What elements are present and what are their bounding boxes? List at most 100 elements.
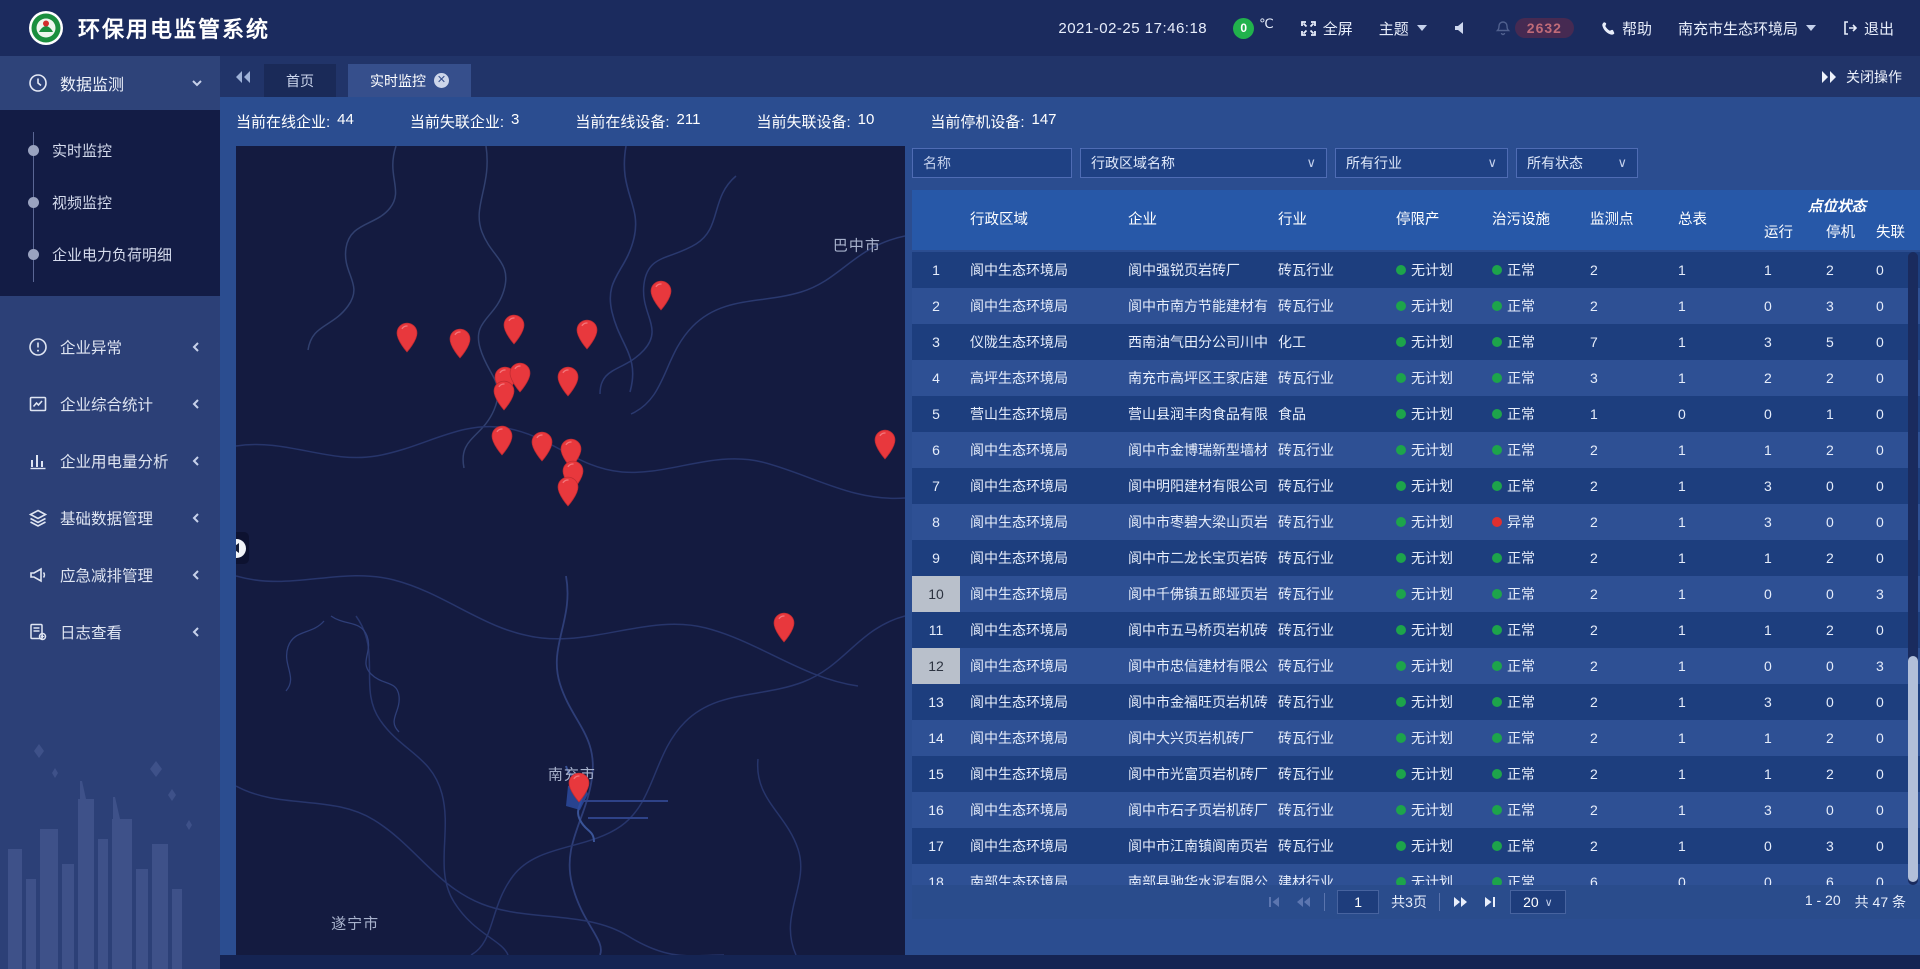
cell-industry: 砖瓦行业 [1268, 648, 1386, 684]
table-row[interactable]: 10 阆中生态环境局 阆中千佛镇五郎垭页岩 砖瓦行业 无计划 正常 2 1 0 … [912, 576, 1920, 612]
scrollbar-thumb[interactable] [1908, 656, 1918, 882]
notification-area[interactable]: 2632 [1495, 18, 1574, 38]
cell-facility: 正常 [1482, 612, 1580, 648]
sidebar-subitem[interactable]: 企业电力负荷明细 [0, 228, 220, 280]
table-row[interactable]: 6 阆中生态环境局 阆中市金博瑞新型墙材 砖瓦行业 无计划 正常 2 1 1 2… [912, 432, 1920, 468]
cell-industry: 砖瓦行业 [1268, 468, 1386, 504]
map-pin[interactable] [449, 328, 472, 364]
page-size-select[interactable]: 20 ∨ [1510, 890, 1566, 914]
cell-meters: 1 [1668, 252, 1754, 288]
sidebar-subitem[interactable]: 视频监控 [0, 176, 220, 228]
table-row[interactable]: 3 仪陇生态环境局 西南油气田分公司川中 化工 无计划 正常 7 1 3 5 0 [912, 324, 1920, 360]
fullscreen-button[interactable]: 全屏 [1300, 18, 1353, 39]
fullscreen-icon [1300, 20, 1317, 37]
alert-circle-icon [28, 337, 48, 357]
status-dot [1396, 481, 1406, 491]
map-pin[interactable] [530, 431, 553, 467]
industry-select[interactable]: 所有行业 ∨ [1335, 148, 1508, 178]
table-row[interactable]: 15 阆中生态环境局 阆中市光富页岩机砖厂 砖瓦行业 无计划 正常 2 1 1 … [912, 756, 1920, 792]
cell-company: 阆中千佛镇五郎垭页岩 [1118, 576, 1268, 612]
close-icon[interactable]: ✕ [434, 73, 449, 88]
table-row[interactable]: 2 阆中生态环境局 阆中市南方节能建材有 砖瓦行业 无计划 正常 2 1 0 3… [912, 288, 1920, 324]
bullet-icon [28, 249, 39, 260]
map-pin[interactable] [649, 280, 672, 316]
status-dot [1396, 841, 1406, 851]
cell-limit: 无计划 [1386, 504, 1482, 540]
table-row[interactable]: 12 阆中生态环境局 阆中市忠信建材有限公 砖瓦行业 无计划 正常 2 1 0 … [912, 648, 1920, 684]
cell-meters: 1 [1668, 360, 1754, 396]
cell-run: 3 [1754, 792, 1816, 828]
facility-label: 正常 [1507, 766, 1535, 782]
map-pin[interactable] [396, 322, 419, 358]
tabs-scroll-left-icon[interactable] [234, 69, 252, 85]
cell-limit: 无计划 [1386, 828, 1482, 864]
close-operations-button[interactable]: 关闭操作 [1820, 67, 1902, 87]
sidebar-item-emergency-reduction[interactable]: 应急减排管理 [0, 546, 220, 603]
logout-label: 退出 [1864, 18, 1894, 39]
next-page-button[interactable] [1452, 894, 1470, 910]
table-row[interactable]: 5 营山生态环境局 营山县润丰肉食品有限 食品 无计划 正常 1 0 0 1 0 [912, 396, 1920, 432]
region-select[interactable]: 行政区域名称 ∨ [1080, 148, 1327, 178]
mute-button[interactable] [1453, 20, 1469, 36]
table-row[interactable]: 1 阆中生态环境局 阆中强锐页岩砖厂 砖瓦行业 无计划 正常 2 1 1 2 0 [912, 252, 1920, 288]
sidebar-subitem-label: 视频监控 [52, 192, 112, 213]
name-search-input[interactable] [912, 148, 1072, 178]
cell-facility: 正常 [1482, 288, 1580, 324]
table-row[interactable]: 16 阆中生态环境局 阆中市石子页岩机砖厂 砖瓦行业 无计划 正常 2 1 3 … [912, 792, 1920, 828]
map-pin[interactable] [503, 314, 526, 350]
map-pin[interactable] [557, 366, 580, 402]
status-dot [1492, 301, 1502, 311]
table-row[interactable]: 17 阆中生态环境局 阆中市江南镇阆南页岩 砖瓦行业 无计划 正常 2 1 0 … [912, 828, 1920, 864]
sidebar-subitem-label: 实时监控 [52, 140, 112, 161]
tab-home[interactable]: 首页 [264, 64, 336, 97]
table-row[interactable]: 11 阆中生态环境局 阆中市五马桥页岩机砖 砖瓦行业 无计划 正常 2 1 1 … [912, 612, 1920, 648]
sidebar-subitem[interactable]: 实时监控 [0, 124, 220, 176]
filter-bar: 行政区域名称 ∨ 所有行业 ∨ 所有状态 ∨ [912, 148, 1638, 178]
map-pin[interactable] [491, 425, 514, 461]
sidebar-item-enterprise-abnormal[interactable]: 企业异常 [0, 318, 220, 375]
notification-count-badge: 2632 [1515, 18, 1574, 38]
cell-industry: 砖瓦行业 [1268, 504, 1386, 540]
cell-region: 阆中生态环境局 [960, 540, 1118, 576]
logout-button[interactable]: 退出 [1842, 18, 1894, 39]
map-pin[interactable] [772, 612, 795, 648]
help-button[interactable]: 帮助 [1600, 18, 1652, 39]
tab-realtime-monitor[interactable]: 实时监控 ✕ [348, 64, 471, 97]
first-page-button[interactable] [1266, 894, 1282, 910]
table-row[interactable]: 14 阆中生态环境局 阆中大兴页岩机砖厂 砖瓦行业 无计划 正常 2 1 1 2… [912, 720, 1920, 756]
sidebar-item-base-data[interactable]: 基础数据管理 [0, 489, 220, 546]
col-run: 运行 [1754, 220, 1816, 246]
status-select[interactable]: 所有状态 ∨ [1516, 148, 1638, 178]
cell-company: 阆中市枣碧大梁山页岩 [1118, 504, 1268, 540]
sidebar-item-data-monitor[interactable]: 数据监测 [0, 56, 220, 110]
map-pin[interactable] [568, 772, 591, 808]
prev-page-button[interactable] [1294, 894, 1312, 910]
sidebar-item-power-analysis[interactable]: 企业用电量分析 [0, 432, 220, 489]
facility-label: 正常 [1507, 298, 1535, 314]
pagination-summary: 1 - 20 共 47 条 [1805, 892, 1906, 912]
map-collapse-handle[interactable] [236, 532, 249, 564]
map-panel[interactable]: 巴中市 南充市 遂宁市 [236, 146, 905, 955]
table-row[interactable]: 4 高坪生态环境局 南充市高坪区王家店建 砖瓦行业 无计划 正常 3 1 2 2… [912, 360, 1920, 396]
table-row[interactable]: 18 南部生态环境局 南部县驰华水泥有限公 建材行业 无计划 正常 6 0 0 … [912, 864, 1920, 885]
fullscreen-label: 全屏 [1323, 18, 1353, 39]
table-row[interactable]: 8 阆中生态环境局 阆中市枣碧大梁山页岩 砖瓦行业 无计划 异常 2 1 3 0… [912, 504, 1920, 540]
stat-item: 当前失联设备: 10 [756, 111, 874, 132]
organization-dropdown[interactable]: 南充市生态环境局 [1678, 18, 1816, 39]
cell-stop: 2 [1816, 612, 1866, 648]
table-row[interactable]: 7 阆中生态环境局 阆中明阳建材有限公司 砖瓦行业 无计划 正常 2 1 3 0… [912, 468, 1920, 504]
table-row[interactable]: 9 阆中生态环境局 阆中市二龙长宝页岩砖 砖瓦行业 无计划 正常 2 1 1 2… [912, 540, 1920, 576]
facility-label: 正常 [1507, 730, 1535, 746]
sidebar-item-logs[interactable]: 日志查看 [0, 603, 220, 660]
map-pin[interactable] [576, 319, 599, 355]
map-pin[interactable] [557, 476, 580, 512]
sidebar-item-enterprise-stats[interactable]: 企业综合统计 [0, 375, 220, 432]
cell-points: 2 [1580, 288, 1668, 324]
table-row[interactable]: 13 阆中生态环境局 阆中市金福旺页岩机砖 砖瓦行业 无计划 正常 2 1 3 … [912, 684, 1920, 720]
table-scrollbar[interactable] [1908, 252, 1918, 885]
map-pin[interactable] [873, 429, 896, 465]
map-pin[interactable] [492, 380, 515, 416]
theme-dropdown[interactable]: 主题 [1379, 18, 1427, 39]
last-page-button[interactable] [1482, 894, 1498, 910]
page-number-input[interactable] [1337, 890, 1379, 914]
